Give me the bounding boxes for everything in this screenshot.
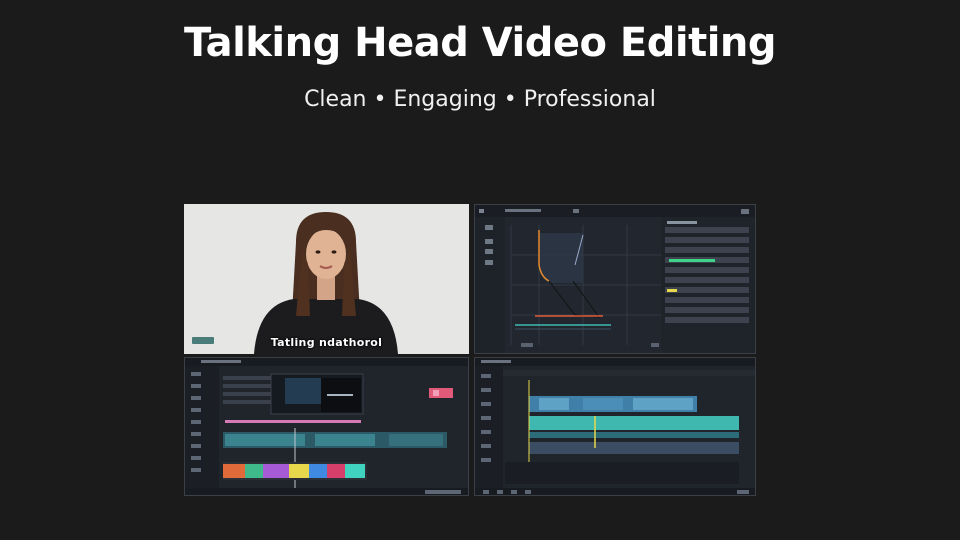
video-caption: Tatling ndathorol bbox=[270, 336, 383, 349]
page-title: Talking Head Video Editing bbox=[183, 20, 777, 66]
presenter-image bbox=[184, 204, 469, 354]
graph-editor-panel[interactable] bbox=[474, 204, 756, 354]
graph-editor-view bbox=[475, 205, 755, 353]
timeline-editor-panel[interactable] bbox=[184, 357, 469, 496]
audio-timeline-view bbox=[475, 358, 755, 495]
page-subtitle: Clean • Engaging • Professional bbox=[304, 87, 656, 112]
video-preview-panel[interactable]: Tatling ndathorol bbox=[184, 204, 469, 354]
audio-timeline-panel[interactable] bbox=[474, 357, 756, 496]
timeline-editor-view bbox=[185, 358, 468, 495]
